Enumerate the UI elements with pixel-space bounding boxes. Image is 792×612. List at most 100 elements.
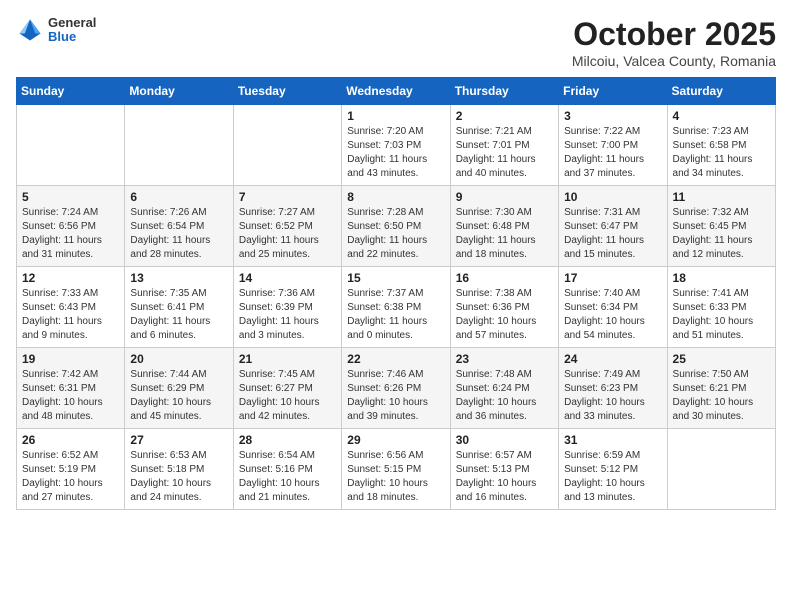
day-info: Sunrise: 7:36 AMSunset: 6:39 PMDaylight:… (239, 287, 336, 343)
day-number: 14 (239, 271, 336, 285)
day-number: 28 (239, 433, 336, 447)
calendar-week-3: 12Sunrise: 7:33 AMSunset: 6:43 PMDayligh… (17, 267, 776, 348)
day-info: Sunrise: 7:49 AMSunset: 6:23 PMDaylight:… (564, 368, 661, 424)
day-info: Sunrise: 7:24 AMSunset: 6:56 PMDaylight:… (22, 206, 119, 262)
calendar-cell: 24 Sunrise: 7:49 AMSunset: 6:23 PMDayligh… (559, 348, 667, 429)
day-info: Sunrise: 7:41 AMSunset: 6:33 PMDaylight:… (673, 287, 770, 343)
day-info: Sunrise: 7:20 AMSunset: 7:03 PMDaylight:… (347, 125, 444, 181)
location: Milcoiu, Valcea County, Romania (572, 53, 776, 69)
calendar-week-1: 1 Sunrise: 7:20 AMSunset: 7:03 PMDaylight… (17, 105, 776, 186)
calendar-cell (125, 105, 233, 186)
day-info: Sunrise: 7:35 AMSunset: 6:41 PMDaylight:… (130, 287, 227, 343)
weekday-header-saturday: Saturday (667, 78, 775, 105)
calendar-cell: 13 Sunrise: 7:35 AMSunset: 6:41 PMDayligh… (125, 267, 233, 348)
day-number: 20 (130, 352, 227, 366)
weekday-header-tuesday: Tuesday (233, 78, 341, 105)
day-number: 11 (673, 190, 770, 204)
title-area: October 2025 Milcoiu, Valcea County, Rom… (572, 16, 776, 69)
day-info: Sunrise: 7:27 AMSunset: 6:52 PMDaylight:… (239, 206, 336, 262)
calendar-cell: 6Sunrise: 7:26 AMSunset: 6:54 PMDaylight… (125, 186, 233, 267)
month-title: October 2025 (572, 16, 776, 53)
day-number: 1 (347, 109, 444, 123)
weekday-header-wednesday: Wednesday (342, 78, 450, 105)
day-number: 26 (22, 433, 119, 447)
day-info: Sunrise: 6:56 AMSunset: 5:15 PMDaylight:… (347, 449, 444, 505)
calendar-cell (233, 105, 341, 186)
weekday-header-thursday: Thursday (450, 78, 558, 105)
day-number: 29 (347, 433, 444, 447)
day-info: Sunrise: 7:44 AMSunset: 6:29 PMDaylight:… (130, 368, 227, 424)
weekday-header-monday: Monday (125, 78, 233, 105)
calendar-cell: 27 Sunrise: 6:53 AMSunset: 5:18 PMDayligh… (125, 429, 233, 510)
calendar-cell: 3 Sunrise: 7:22 AMSunset: 7:00 PMDaylight… (559, 105, 667, 186)
day-info: Sunrise: 6:52 AMSunset: 5:19 PMDaylight:… (22, 449, 119, 505)
day-number: 24 (564, 352, 661, 366)
calendar-cell: 21 Sunrise: 7:45 AMSunset: 6:27 PMDayligh… (233, 348, 341, 429)
page-header: General Blue October 2025 Milcoiu, Valce… (16, 16, 776, 69)
day-number: 13 (130, 271, 227, 285)
day-number: 27 (130, 433, 227, 447)
day-info: Sunrise: 7:30 AMSunset: 6:48 PMDaylight:… (456, 206, 553, 262)
calendar-cell: 7 Sunrise: 7:27 AMSunset: 6:52 PMDaylight… (233, 186, 341, 267)
day-number: 18 (673, 271, 770, 285)
calendar-cell: 26 Sunrise: 6:52 AMSunset: 5:19 PMDayligh… (17, 429, 125, 510)
day-number: 31 (564, 433, 661, 447)
calendar-cell: 12Sunrise: 7:33 AMSunset: 6:43 PMDayligh… (17, 267, 125, 348)
calendar-cell: 28 Sunrise: 6:54 AMSunset: 5:16 PMDayligh… (233, 429, 341, 510)
day-info: Sunrise: 7:33 AMSunset: 6:43 PMDaylight:… (22, 287, 119, 343)
calendar-week-2: 5 Sunrise: 7:24 AMSunset: 6:56 PMDaylight… (17, 186, 776, 267)
logo-text: General Blue (48, 16, 96, 45)
calendar-cell: 8 Sunrise: 7:28 AMSunset: 6:50 PMDaylight… (342, 186, 450, 267)
calendar-week-4: 19Sunrise: 7:42 AMSunset: 6:31 PMDayligh… (17, 348, 776, 429)
calendar-cell: 4 Sunrise: 7:23 AMSunset: 6:58 PMDaylight… (667, 105, 775, 186)
calendar-cell: 16Sunrise: 7:38 AMSunset: 6:36 PMDayligh… (450, 267, 558, 348)
day-info: Sunrise: 6:53 AMSunset: 5:18 PMDaylight:… (130, 449, 227, 505)
calendar-cell: 1 Sunrise: 7:20 AMSunset: 7:03 PMDaylight… (342, 105, 450, 186)
day-info: Sunrise: 7:45 AMSunset: 6:27 PMDaylight:… (239, 368, 336, 424)
day-number: 6 (130, 190, 227, 204)
day-number: 10 (564, 190, 661, 204)
day-number: 22 (347, 352, 444, 366)
day-info: Sunrise: 6:54 AMSunset: 5:16 PMDaylight:… (239, 449, 336, 505)
day-number: 8 (347, 190, 444, 204)
calendar-week-5: 26 Sunrise: 6:52 AMSunset: 5:19 PMDayligh… (17, 429, 776, 510)
day-info: Sunrise: 7:28 AMSunset: 6:50 PMDaylight:… (347, 206, 444, 262)
day-info: Sunrise: 7:22 AMSunset: 7:00 PMDaylight:… (564, 125, 661, 181)
logo-icon (16, 16, 44, 44)
day-info: Sunrise: 7:31 AMSunset: 6:47 PMDaylight:… (564, 206, 661, 262)
weekday-header-row: SundayMondayTuesdayWednesdayThursdayFrid… (17, 78, 776, 105)
day-number: 30 (456, 433, 553, 447)
calendar-cell: 18 Sunrise: 7:41 AMSunset: 6:33 PMDayligh… (667, 267, 775, 348)
calendar-cell (667, 429, 775, 510)
calendar-cell: 19Sunrise: 7:42 AMSunset: 6:31 PMDayligh… (17, 348, 125, 429)
calendar-cell: 10 Sunrise: 7:31 AMSunset: 6:47 PMDayligh… (559, 186, 667, 267)
calendar-cell: 11Sunrise: 7:32 AMSunset: 6:45 PMDayligh… (667, 186, 775, 267)
calendar-cell: 15Sunrise: 7:37 AMSunset: 6:38 PMDayligh… (342, 267, 450, 348)
day-number: 25 (673, 352, 770, 366)
day-info: Sunrise: 7:48 AMSunset: 6:24 PMDaylight:… (456, 368, 553, 424)
calendar-cell: 31Sunrise: 6:59 AMSunset: 5:12 PMDayligh… (559, 429, 667, 510)
weekday-header-friday: Friday (559, 78, 667, 105)
day-number: 5 (22, 190, 119, 204)
day-number: 23 (456, 352, 553, 366)
day-number: 15 (347, 271, 444, 285)
day-number: 7 (239, 190, 336, 204)
day-number: 4 (673, 109, 770, 123)
calendar-cell: 14 Sunrise: 7:36 AMSunset: 6:39 PMDayligh… (233, 267, 341, 348)
day-number: 3 (564, 109, 661, 123)
calendar-cell: 5 Sunrise: 7:24 AMSunset: 6:56 PMDaylight… (17, 186, 125, 267)
day-info: Sunrise: 7:42 AMSunset: 6:31 PMDaylight:… (22, 368, 119, 424)
calendar-cell: 20 Sunrise: 7:44 AMSunset: 6:29 PMDayligh… (125, 348, 233, 429)
day-info: Sunrise: 7:40 AMSunset: 6:34 PMDaylight:… (564, 287, 661, 343)
calendar-cell: 2Sunrise: 7:21 AMSunset: 7:01 PMDaylight… (450, 105, 558, 186)
calendar-cell: 23 Sunrise: 7:48 AMSunset: 6:24 PMDayligh… (450, 348, 558, 429)
day-number: 17 (564, 271, 661, 285)
day-number: 16 (456, 271, 553, 285)
calendar-cell: 9Sunrise: 7:30 AMSunset: 6:48 PMDaylight… (450, 186, 558, 267)
day-number: 21 (239, 352, 336, 366)
calendar-cell (17, 105, 125, 186)
calendar-cell: 25Sunrise: 7:50 AMSunset: 6:21 PMDayligh… (667, 348, 775, 429)
day-info: Sunrise: 7:23 AMSunset: 6:58 PMDaylight:… (673, 125, 770, 181)
calendar-cell: 29 Sunrise: 6:56 AMSunset: 5:15 PMDayligh… (342, 429, 450, 510)
calendar-cell: 22Sunrise: 7:46 AMSunset: 6:26 PMDayligh… (342, 348, 450, 429)
